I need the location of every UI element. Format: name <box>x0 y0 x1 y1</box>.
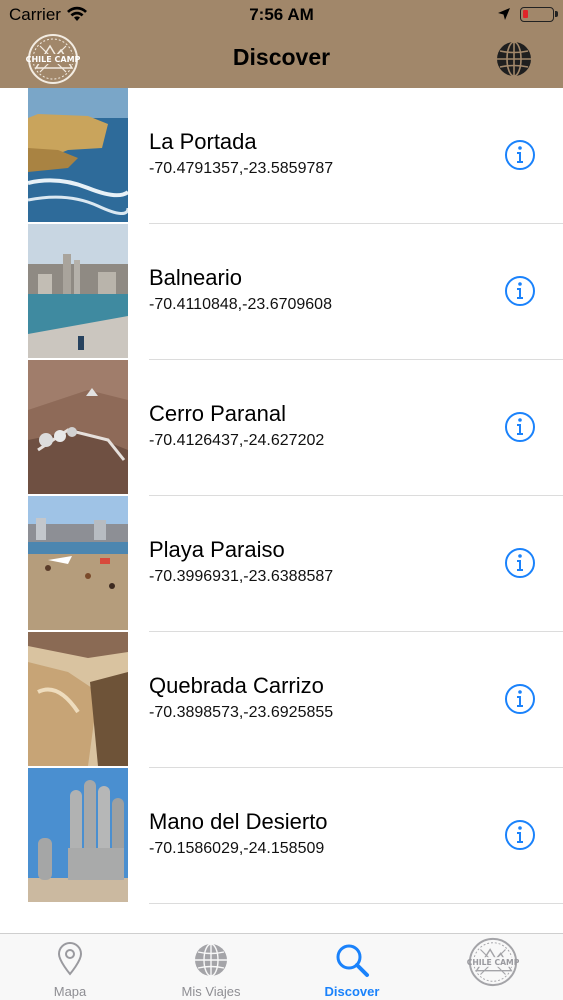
places-list[interactable]: La Portada -70.4791357,-23.5859787 Balne… <box>0 88 563 933</box>
place-name: La Portada <box>149 129 257 154</box>
page-title: Discover <box>232 44 331 70</box>
status-bar: Carrier 7:56 AM <box>0 0 563 30</box>
row-divider <box>149 903 563 904</box>
info-icon[interactable] <box>504 411 536 443</box>
place-thumbnail <box>28 360 128 494</box>
tab-label: Mis Viajes <box>181 984 241 999</box>
place-row-mano-del-desierto[interactable]: Mano del Desierto -70.1586029,-24.158509 <box>0 768 563 904</box>
info-icon[interactable] <box>504 547 536 579</box>
place-thumbnail <box>28 496 128 630</box>
tab-mis-viajes[interactable]: Mis Viajes <box>141 934 281 1000</box>
search-icon <box>336 944 369 977</box>
chile-camp-logo-icon: CHILE CAMP <box>467 937 519 987</box>
tab-label: Discover <box>324 984 380 999</box>
place-coordinates: -70.4126437,-24.627202 <box>149 432 325 449</box>
place-thumbnail <box>28 768 128 902</box>
globe-icon[interactable] <box>495 40 533 78</box>
place-coordinates: -70.1586029,-24.158509 <box>149 840 325 857</box>
navigation-bar: CHILE CAMP Discover <box>0 30 563 88</box>
tab-bar: Mapa Mis Viajes Discover CHILE CAMP <box>0 933 563 1000</box>
globe-icon <box>195 943 227 977</box>
place-thumbnail <box>28 224 128 358</box>
place-coordinates: -70.4791357,-23.5859787 <box>149 160 334 177</box>
place-row-playa-paraiso[interactable]: Playa Paraiso -70.3996931,-23.6388587 <box>0 496 563 632</box>
tab-label: Mapa <box>53 984 87 999</box>
place-row-la-portada[interactable]: La Portada -70.4791357,-23.5859787 <box>0 88 563 224</box>
place-row-balneario[interactable]: Balneario -70.4110848,-23.6709608 <box>0 224 563 360</box>
place-coordinates: -70.3898573,-23.6925855 <box>149 704 334 721</box>
battery-cap <box>555 11 558 17</box>
place-name: Mano del Desierto <box>149 809 328 834</box>
tab-mapa[interactable]: Mapa <box>0 934 140 1000</box>
battery-level <box>523 10 528 18</box>
info-icon[interactable] <box>504 819 536 851</box>
place-thumbnail <box>28 632 128 766</box>
place-name: Balneario <box>149 265 242 290</box>
place-coordinates: -70.3996931,-23.6388587 <box>149 568 334 585</box>
info-icon[interactable] <box>504 139 536 171</box>
place-thumbnail <box>28 88 128 222</box>
map-pin-icon <box>57 942 83 976</box>
battery-icon <box>520 7 554 22</box>
place-name: Playa Paraiso <box>149 537 285 562</box>
tab-logo-text: CHILE CAMP <box>467 958 519 967</box>
info-icon[interactable] <box>504 683 536 715</box>
location-arrow-icon <box>498 8 510 20</box>
status-time: 7:56 AM <box>249 5 314 24</box>
tab-chile-camp[interactable]: CHILE CAMP <box>423 934 563 1000</box>
place-row-quebrada-carrizo[interactable]: Quebrada Carrizo -70.3898573,-23.6925855 <box>0 632 563 768</box>
place-name: Quebrada Carrizo <box>149 673 324 698</box>
place-name: Cerro Paranal <box>149 401 286 426</box>
place-coordinates: -70.4110848,-23.6709608 <box>149 296 332 313</box>
header: Carrier 7:56 AM CHILE CAMP Discover <box>0 0 563 88</box>
place-row-cerro-paranal[interactable]: Cerro Paranal -70.4126437,-24.627202 <box>0 360 563 496</box>
tab-discover[interactable]: Discover <box>282 934 422 1000</box>
info-icon[interactable] <box>504 275 536 307</box>
